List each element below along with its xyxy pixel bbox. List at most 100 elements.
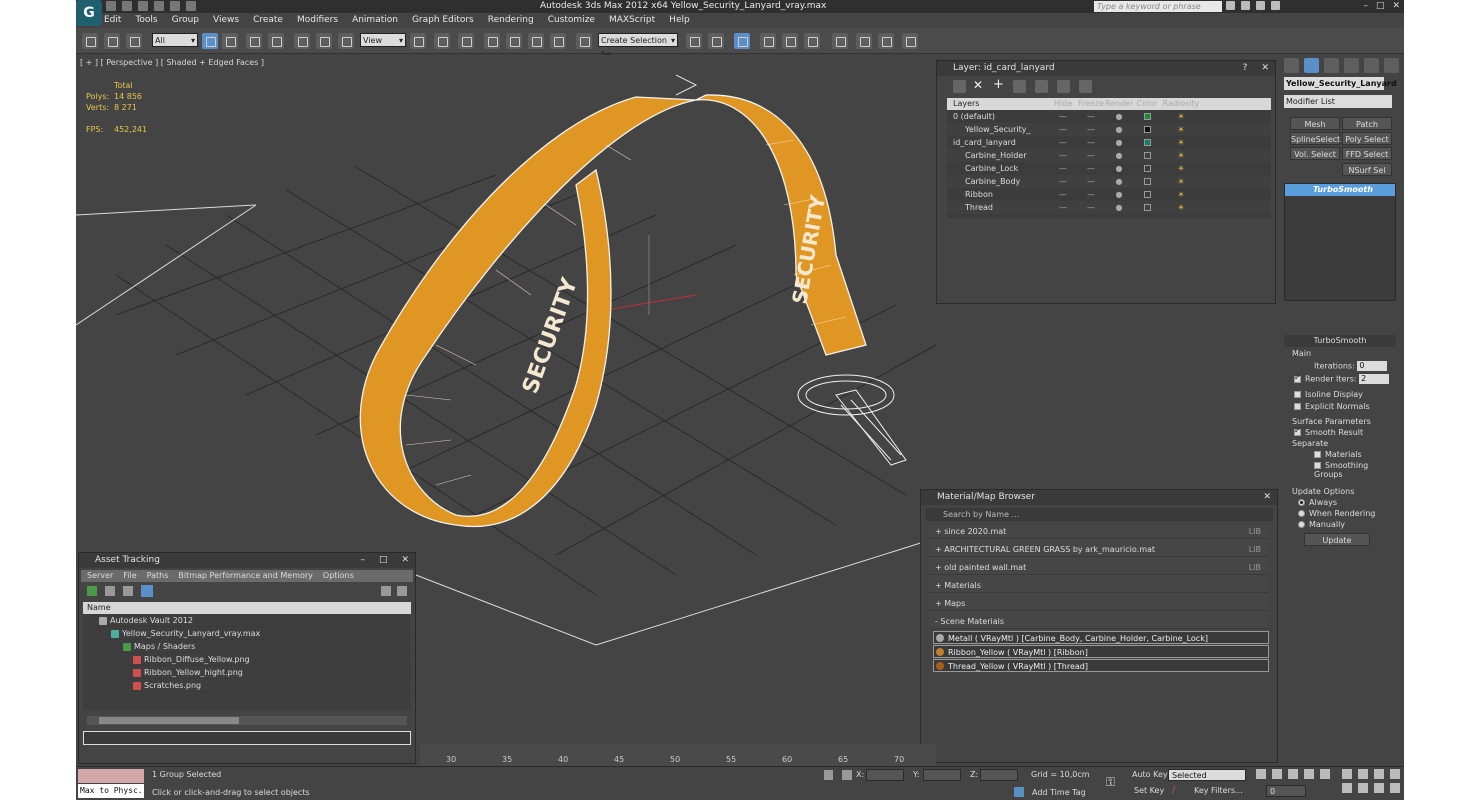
select-object-icon[interactable] (202, 33, 218, 49)
binoculars-icon[interactable] (1226, 1, 1235, 10)
help-icon[interactable] (381, 586, 391, 596)
freeze-all-layers-icon[interactable] (1079, 80, 1092, 93)
align-icon[interactable] (708, 33, 724, 49)
menu-create[interactable]: Create (253, 13, 283, 28)
sun-icon[interactable]: ☀ (1161, 175, 1201, 188)
field-of-view-icon[interactable] (1342, 783, 1352, 793)
window-crossing-icon[interactable] (268, 33, 284, 49)
menu-tools[interactable]: Tools (135, 13, 157, 28)
rectangular-selection-icon[interactable] (246, 33, 262, 49)
asset-tracking-panel[interactable]: Asset Tracking – □ ✕ Server File Paths Bit… (78, 552, 416, 764)
menu-rendering[interactable]: Rendering (488, 13, 534, 28)
menu-group[interactable]: Group (172, 13, 199, 28)
redo-icon[interactable] (170, 1, 180, 11)
previous-frame-icon[interactable] (1272, 769, 1282, 779)
utilities-tab-icon[interactable] (1384, 58, 1399, 73)
poly-select-button[interactable]: Poly Select (1342, 132, 1392, 145)
sun-icon[interactable]: ☀ (1161, 110, 1201, 123)
menu-paths[interactable]: Paths (147, 570, 169, 582)
hide-all-layers-icon[interactable] (1057, 80, 1070, 93)
column-freeze[interactable]: Freeze (1077, 98, 1105, 110)
minimize-icon[interactable]: – (1363, 0, 1368, 13)
library-row[interactable]: + old painted wall.mat LIB (929, 561, 1269, 575)
maximize-icon[interactable]: □ (1376, 0, 1385, 13)
layer-color-swatch[interactable] (1143, 204, 1151, 211)
sun-icon[interactable]: ☀ (1161, 149, 1201, 162)
key-icon[interactable] (1241, 1, 1250, 10)
layer-color-swatch[interactable] (1143, 126, 1151, 133)
highlight-layer-icon[interactable] (1035, 80, 1048, 93)
layer-row[interactable]: Yellow_Security_ — — ● ☀ (947, 123, 1271, 136)
asset-scrollbar[interactable] (87, 716, 407, 725)
layer-row[interactable]: 0 (default) — — ● ☀ (947, 110, 1271, 123)
layer-manager-panel[interactable]: Layer: id_card_lanyard ? ✕ ✕ + Layers Hid… (936, 60, 1276, 304)
star-icon[interactable] (1256, 1, 1265, 10)
asset-row[interactable]: Ribbon_Yellow_hight.png (83, 666, 411, 679)
sun-icon[interactable]: ☀ (1161, 201, 1201, 214)
rotate-icon[interactable] (316, 33, 332, 49)
set-key-button[interactable]: Set Key (1134, 786, 1164, 795)
menu-maxscript[interactable]: MAXScript (609, 13, 655, 28)
vol-select-button[interactable]: Vol. Select (1290, 147, 1340, 160)
bind-space-warp-icon[interactable] (126, 33, 142, 49)
layer-row[interactable]: Ribbon — — ● ☀ (947, 188, 1271, 201)
modify-tab-icon[interactable] (1304, 58, 1319, 73)
layer-color-swatch[interactable] (1143, 152, 1151, 159)
mesh-select-button[interactable]: Mesh Select (1290, 117, 1340, 142)
menu-bitmap-performance[interactable]: Bitmap Performance and Memory (178, 570, 313, 582)
help-search-input[interactable]: Type a keyword or phrase (1094, 1, 1222, 12)
x-coordinate-field[interactable] (866, 769, 904, 781)
iterations-spinner[interactable]: 0 (1357, 361, 1388, 371)
help-icon[interactable] (1271, 1, 1280, 10)
library-row[interactable]: + Maps (929, 597, 1269, 611)
layer-color-swatch[interactable] (1143, 178, 1151, 185)
library-row[interactable]: + since 2020.mat LIB (929, 525, 1269, 539)
maximize-viewport-icon[interactable] (1390, 783, 1400, 793)
lanyard-strap[interactable]: SECURITY SECURITY (359, 94, 867, 527)
named-selection-set-select[interactable]: Create Selection Se (598, 33, 678, 59)
rendered-frame-window-icon[interactable] (878, 33, 894, 49)
close-icon[interactable]: ✕ (1263, 490, 1271, 505)
smooth-result-checkbox[interactable] (1294, 426, 1301, 436)
modifier-list-select[interactable]: Modifier List (1284, 95, 1392, 108)
refresh-icon[interactable] (87, 586, 97, 596)
play-icon[interactable] (1288, 769, 1298, 779)
layer-manager-icon[interactable] (734, 33, 750, 49)
update-manually-radio[interactable] (1298, 521, 1305, 528)
mirror-icon[interactable] (686, 33, 702, 49)
key-filters-button[interactable]: Key Filters... (1194, 786, 1243, 795)
asset-column-name[interactable]: Name (83, 602, 411, 614)
open-file-icon[interactable] (122, 1, 132, 11)
selection-filter-select[interactable]: All (152, 33, 198, 48)
unlink-icon[interactable] (104, 33, 120, 49)
close-icon[interactable]: ✕ (1261, 61, 1269, 76)
maxscript-mini-listener[interactable]: Max to Physc. (78, 784, 144, 798)
select-manipulate-icon[interactable] (434, 33, 450, 49)
explicit-normals-checkbox[interactable] (1294, 403, 1301, 410)
scrollbar-thumb[interactable] (99, 717, 239, 724)
display-tab-icon[interactable] (1364, 58, 1379, 73)
spinner-snap-icon[interactable] (550, 33, 566, 49)
asset-row[interactable]: Ribbon_Diffuse_Yellow.png (83, 653, 411, 666)
minimize-icon[interactable]: – (360, 553, 365, 568)
project-folder-icon[interactable] (186, 1, 196, 11)
scene-material-row[interactable]: Ribbon_Yellow ( VRayMtl ) [Ribbon] (933, 645, 1269, 658)
spline-select-button[interactable]: SplineSelect (1290, 132, 1340, 145)
layer-row[interactable]: Carbine_Holder — — ● ☀ (947, 149, 1271, 162)
layer-row[interactable]: Carbine_Body — — ● ☀ (947, 175, 1271, 188)
update-always-radio[interactable] (1298, 499, 1305, 506)
hierarchy-tab-icon[interactable] (1324, 58, 1339, 73)
material-map-browser-panel[interactable]: Material/Map Browser ✕ Search by Name ..… (920, 489, 1278, 763)
undo-icon[interactable] (154, 1, 164, 11)
auto-key-button[interactable]: Auto Key (1132, 770, 1168, 779)
go-to-end-icon[interactable] (1320, 769, 1330, 779)
settings-icon[interactable] (397, 586, 407, 596)
time-tag-icon[interactable] (1014, 787, 1024, 797)
layer-color-swatch[interactable] (1143, 113, 1151, 120)
asset-row[interactable]: Scratches.png (83, 679, 411, 692)
table-view-icon[interactable] (141, 585, 153, 597)
default-in-out-tangents-icon[interactable]: ∕ (1172, 785, 1175, 796)
material-editor-icon[interactable] (832, 33, 848, 49)
update-button[interactable]: Update (1304, 533, 1370, 546)
schematic-view-icon[interactable] (804, 33, 820, 49)
